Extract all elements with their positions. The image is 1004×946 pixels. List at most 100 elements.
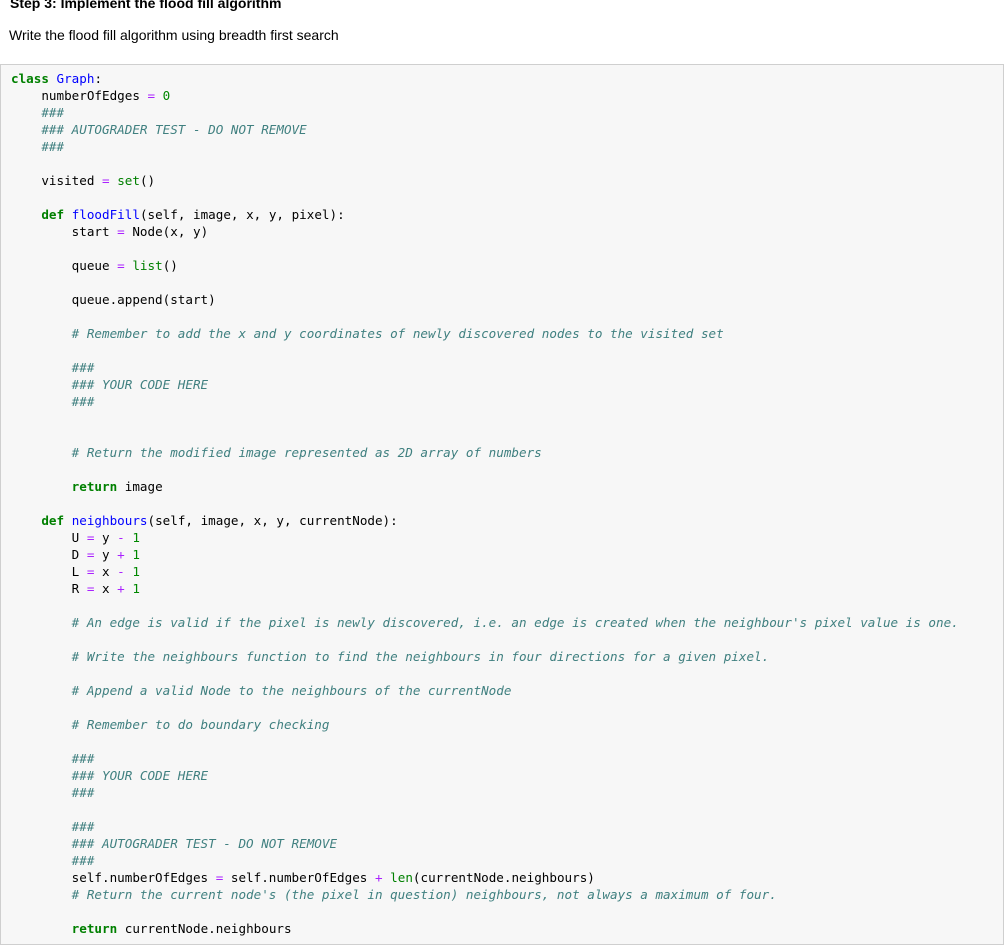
code-token: ### YOUR CODE HERE — [11, 768, 209, 783]
code-token: ### AUTOGRADER TEST - DO NOT REMOVE — [11, 836, 338, 851]
code-line: return currentNode.neighbours — [11, 920, 959, 937]
code-token: + — [374, 870, 383, 885]
code-token: start — [11, 224, 118, 239]
code-line: ### — [11, 818, 959, 835]
code-line: ### AUTOGRADER TEST - DO NOT REMOVE — [11, 121, 959, 138]
code-token: queue — [11, 258, 118, 273]
code-line: # Return the modified image represented … — [11, 444, 959, 461]
code-token: numberOfEdges — [11, 88, 148, 103]
code-token: ### — [11, 853, 95, 868]
code-token: def — [41, 207, 65, 222]
code-token: # Append a valid Node to the neighbours … — [11, 683, 512, 698]
code-line: # Append a valid Node to the neighbours … — [11, 682, 959, 699]
code-token: ### — [11, 105, 65, 120]
code-line: L = x - 1 — [11, 563, 959, 580]
code-token: list — [132, 258, 163, 273]
code-token: y — [94, 547, 118, 562]
code-token: - — [117, 564, 125, 579]
code-token: # Return the modified image represented … — [11, 445, 542, 460]
code-line: # Write the neighbours function to find … — [11, 648, 959, 665]
code-line: ### — [11, 750, 959, 767]
code-line: ### — [11, 852, 959, 869]
code-token: image — [117, 479, 163, 494]
code-token: # An edge is valid if the pixel is newly… — [11, 615, 959, 630]
code-line: def neighbours(self, image, x, y, curren… — [11, 512, 959, 529]
code-line: # Remember to do boundary checking — [11, 716, 959, 733]
code-line: R = x + 1 — [11, 580, 959, 597]
code-token: 1 — [132, 547, 140, 562]
code-token: (self, image, x, y, pixel): — [139, 207, 345, 222]
code-line: self.numberOfEdges = self.numberOfEdges … — [11, 869, 959, 886]
code-line: class Graph: — [11, 70, 959, 87]
code-line: ### — [11, 359, 959, 376]
code-cell[interactable]: class Graph: numberOfEdges = 0 ### ### A… — [0, 64, 1004, 945]
code-token: + — [117, 547, 125, 562]
code-token: ### — [11, 139, 65, 154]
code-token: ### — [11, 785, 95, 800]
code-token: floodFill — [71, 207, 140, 222]
code-line: queue.append(start) — [11, 291, 959, 308]
code-token: # Return the current node's (the pixel i… — [11, 887, 777, 902]
code-line: # An edge is valid if the pixel is newly… — [11, 614, 959, 631]
code-token: visited — [11, 173, 102, 188]
code-token: U — [11, 530, 87, 545]
code-token: ### YOUR CODE HERE — [11, 377, 209, 392]
code-token: queue.append(start) — [11, 292, 216, 307]
code-token: self.numberOfEdges — [11, 870, 216, 885]
step-description: Write the flood fill algorithm using bre… — [9, 27, 339, 43]
code-token: L — [11, 564, 87, 579]
code-line: ### — [11, 104, 959, 121]
code-line: def floodFill(self, image, x, y, pixel): — [11, 206, 959, 223]
code-token: = — [147, 88, 156, 103]
code-token: = — [102, 173, 110, 188]
code-token: ### — [11, 394, 95, 409]
code-token: set — [117, 173, 140, 188]
code-token: 0 — [162, 88, 171, 103]
code-line: return image — [11, 478, 959, 495]
code-token: return — [71, 921, 118, 936]
code-token: x — [94, 564, 118, 579]
code-token: (self, image, x, y, currentNode): — [147, 513, 398, 528]
code-line: numberOfEdges = 0 — [11, 87, 959, 104]
code-token: currentNode.neighbours — [117, 921, 292, 936]
code-token: 1 — [132, 564, 140, 579]
code-token: (currentNode.neighbours) — [412, 870, 595, 885]
code-token: neighbours — [71, 513, 148, 528]
code-token: - — [117, 530, 125, 545]
code-token: () — [162, 258, 178, 273]
code-token: # Remember to add the x and y coordinate… — [11, 326, 724, 341]
code-token: # Remember to do boundary checking — [11, 717, 330, 732]
code-editor[interactable]: class Graph: numberOfEdges = 0 ### ### A… — [11, 70, 959, 937]
code-line: visited = set() — [11, 172, 959, 189]
code-token: class — [11, 71, 49, 86]
code-token: 1 — [132, 530, 140, 545]
code-token: return — [71, 479, 118, 494]
code-line: ### — [11, 393, 959, 410]
code-token: self.numberOfEdges — [223, 870, 375, 885]
code-line: ### YOUR CODE HERE — [11, 376, 959, 393]
code-line: ### — [11, 138, 959, 155]
code-token: def — [41, 513, 65, 528]
